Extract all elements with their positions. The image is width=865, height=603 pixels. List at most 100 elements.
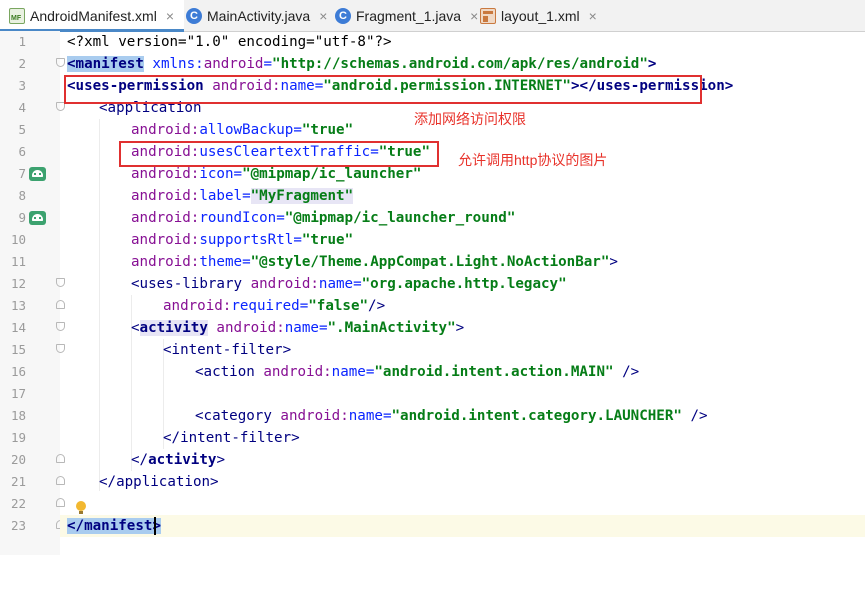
line-number: 7 <box>18 166 26 181</box>
tag-name: intent-filter <box>171 342 283 358</box>
attribute-value: "android.intent.action.MAIN" <box>374 364 614 380</box>
tag-name: manifest <box>75 56 144 72</box>
attribute-name: required <box>231 298 300 314</box>
attribute-name: supportsRtl <box>199 232 294 248</box>
line-number: 21 <box>10 474 26 489</box>
line-number: 22 <box>10 496 26 511</box>
code-line-21: </application> <box>60 471 865 493</box>
close-icon[interactable]: × <box>589 8 597 24</box>
xml-declaration: <?xml version="1.0" encoding="utf-8"?> <box>67 34 392 50</box>
close-icon[interactable]: × <box>470 8 478 24</box>
tag-name: uses-library <box>139 276 243 292</box>
line-number: 12 <box>10 276 26 291</box>
code-token: android: <box>163 298 232 314</box>
tab-label: Fragment_1.java <box>356 7 462 24</box>
code-token: android: <box>271 408 349 424</box>
code-editor[interactable]: <?xml version="1.0" encoding="utf-8"?> <… <box>60 31 865 555</box>
code-token: < <box>195 408 204 424</box>
code-token: > <box>282 342 292 358</box>
code-token: android: <box>131 232 200 248</box>
code-token: </ <box>67 518 85 534</box>
attribute-name: name <box>331 364 366 380</box>
line-number: 16 <box>10 364 26 379</box>
close-icon[interactable]: × <box>319 8 327 24</box>
attribute-name: name <box>348 408 383 424</box>
attribute-value: "true" <box>301 232 354 248</box>
code-token: = <box>242 188 251 204</box>
line-number: 1 <box>18 34 26 49</box>
line-number: 6 <box>18 144 26 159</box>
attribute-name: allowBackup <box>199 122 294 138</box>
code-line-15: <intent-filter> <box>60 339 865 361</box>
code-token: > <box>609 254 618 270</box>
code-line-16: <action android:name="android.intent.act… <box>60 361 865 383</box>
code-line-13: android:required="false"/> <box>60 295 865 317</box>
code-token: > <box>647 56 657 72</box>
code-line-10: android:supportsRtl="true" <box>60 229 865 251</box>
code-line-1: <?xml version="1.0" encoding="utf-8"?> <box>60 31 865 53</box>
manifest-file-icon: MF <box>9 7 25 24</box>
tab-androidmanifest[interactable]: MF AndroidManifest.xml × <box>0 0 184 32</box>
code-token: android: <box>242 276 319 292</box>
tag-name: activity <box>139 320 208 336</box>
code-token: android: <box>131 188 200 204</box>
tag-name: action <box>203 364 255 380</box>
code-token: android: <box>207 320 285 336</box>
code-token: = <box>276 210 285 226</box>
code-line-14: <activity android:name=".MainActivity"> <box>60 317 865 339</box>
line-number: 17 <box>10 386 26 401</box>
code-line-19: </intent-filter> <box>60 427 865 449</box>
line-number: 9 <box>18 210 26 225</box>
tab-mainactivity[interactable]: C MainActivity.java × <box>186 0 327 31</box>
line-number: 13 <box>10 298 26 313</box>
code-token: android: <box>131 210 200 226</box>
tab-fragment-1[interactable]: C Fragment_1.java × <box>335 0 478 31</box>
code-token: xmlns: <box>143 56 204 72</box>
code-token: < <box>131 276 140 292</box>
code-line-8: android:label="MyFragment" <box>60 185 865 207</box>
attribute-value: "@mipmap/ic_launcher_round" <box>284 210 516 226</box>
code-token: = <box>299 298 309 314</box>
tab-label: MainActivity.java <box>207 7 311 24</box>
line-number: 5 <box>18 122 26 137</box>
android-icon[interactable] <box>29 211 46 225</box>
code-token: < <box>131 320 140 336</box>
editor-tab-bar: MF AndroidManifest.xml × C MainActivity.… <box>0 0 865 32</box>
attribute-name: android <box>203 56 264 72</box>
text-caret <box>154 517 156 535</box>
code-token: /> <box>368 298 386 314</box>
annotation-cleartext-traffic: 允许调用http协议的图片 <box>458 152 608 168</box>
attribute-value: "android.intent.category.LAUNCHER" <box>391 408 682 424</box>
android-icon[interactable] <box>29 167 46 181</box>
line-number: 11 <box>10 254 26 269</box>
code-token: > <box>455 320 465 336</box>
line-number: 14 <box>10 320 26 335</box>
line-number: 3 <box>18 78 26 93</box>
attribute-name: icon <box>199 166 234 182</box>
code-token: = <box>293 122 302 138</box>
attribute-name: theme <box>199 254 243 270</box>
layout-file-icon <box>480 7 496 24</box>
close-icon[interactable]: × <box>166 8 174 24</box>
code-token: = <box>293 232 302 248</box>
code-token: android: <box>131 254 200 270</box>
code-token: </application> <box>99 474 219 490</box>
attribute-name: label <box>199 188 243 204</box>
line-number: 23 <box>10 518 26 533</box>
code-line-23: </manifest> <box>60 515 865 537</box>
code-line-20: </activity> <box>60 449 865 471</box>
code-token: < <box>163 342 172 358</box>
tab-layout-1[interactable]: layout_1.xml × <box>480 0 597 31</box>
line-number: 18 <box>10 408 26 423</box>
line-number: 10 <box>10 232 26 247</box>
code-token: android: <box>131 166 200 182</box>
code-token: < <box>195 364 204 380</box>
code-line-11: android:theme="@style/Theme.AppCompat.Li… <box>60 251 865 273</box>
attribute-name: name <box>318 276 354 292</box>
attribute-value: ".MainActivity" <box>327 320 456 336</box>
code-line-12: <uses-library android:name="org.apache.h… <box>60 273 865 295</box>
highlight-box-cleartext <box>119 141 439 167</box>
tab-label: layout_1.xml <box>501 7 580 24</box>
code-token: = <box>353 276 362 292</box>
editor-gutter: 1 2 3 4 5 6 7 8 9 10 11 12 13 14 15 16 1… <box>0 31 86 555</box>
